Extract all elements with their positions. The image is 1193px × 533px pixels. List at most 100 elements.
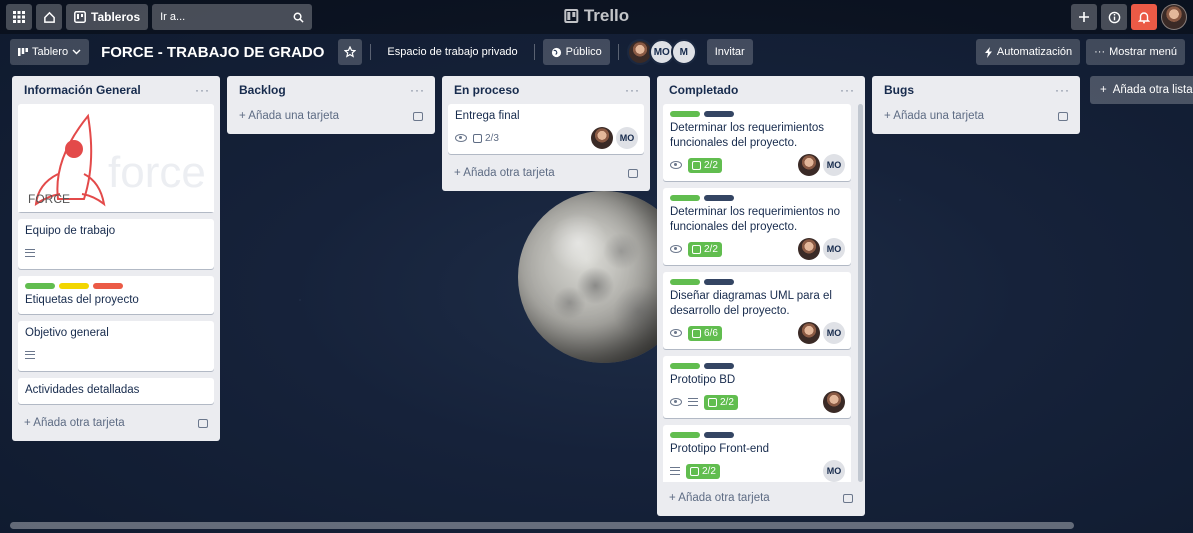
- card-title: Etiquetas del proyecto: [25, 294, 139, 306]
- card-member-photo[interactable]: [823, 391, 845, 413]
- card-member-mo[interactable]: MO: [823, 154, 845, 176]
- add-list-label: Añada otra lista: [1112, 84, 1193, 96]
- card-member-mo[interactable]: MO: [616, 127, 638, 149]
- home-icon[interactable]: [36, 4, 62, 30]
- board-title[interactable]: FORCE - TRABAJO DE GRADO: [97, 44, 328, 61]
- board-header: Tablero FORCE - TRABAJO DE GRADO Espacio…: [0, 38, 1193, 66]
- add-card-button[interactable]: + Añada otra tarjeta: [663, 486, 859, 510]
- list-title[interactable]: Backlog: [239, 83, 286, 97]
- card-equipo-de-trabajo[interactable]: Equipo de trabajo: [18, 219, 214, 269]
- card-prototipo-bd[interactable]: Prototipo BD 2/2: [663, 356, 851, 418]
- more-dots-icon: ···: [1094, 46, 1106, 58]
- add-card-button[interactable]: + Añada otra tarjeta: [448, 161, 644, 185]
- plus-icon: +: [669, 492, 679, 504]
- user-avatar[interactable]: [1161, 4, 1187, 30]
- watch-eye-icon: [670, 245, 682, 253]
- card-prototipo-front-end[interactable]: Prototipo Front-end 2/2 MO: [663, 425, 851, 482]
- info-button[interactable]: [1101, 4, 1127, 30]
- search-placeholder: Ir a...: [160, 11, 186, 23]
- list-header[interactable]: Bugs ···: [878, 76, 1074, 104]
- create-plus-button[interactable]: [1071, 4, 1097, 30]
- list-menu-icon[interactable]: ···: [1055, 83, 1070, 97]
- card-member-mo[interactable]: MO: [823, 322, 845, 344]
- card-actividades-detalladas[interactable]: Actividades detalladas: [18, 378, 214, 404]
- boards-button[interactable]: Tableros: [66, 4, 149, 30]
- card-member-photo[interactable]: [798, 238, 820, 260]
- add-list-button[interactable]: + Añada otra lista: [1090, 76, 1193, 104]
- star-board-button[interactable]: [338, 39, 363, 65]
- card-title: Determinar los requerimientos no funcion…: [670, 206, 841, 233]
- list-menu-icon[interactable]: ···: [625, 83, 640, 97]
- add-card-label: Añada otra tarjeta: [33, 417, 125, 429]
- label-green: [670, 279, 700, 285]
- visibility-label: Público: [565, 46, 602, 58]
- apps-grid-icon[interactable]: [6, 4, 32, 30]
- cover-watermark: force: [108, 148, 206, 197]
- list-menu-icon[interactable]: ···: [195, 83, 210, 97]
- plus-icon: +: [454, 167, 464, 179]
- board-view-label: Tablero: [32, 46, 69, 58]
- card-template-icon[interactable]: [413, 111, 423, 121]
- trello-logo[interactable]: Trello: [563, 6, 629, 26]
- add-card-label: Añada una tarjeta: [248, 110, 340, 122]
- workspace-label: Espacio de trabajo privado: [387, 46, 518, 58]
- description-icon: [25, 249, 35, 257]
- automation-button[interactable]: Automatización: [975, 39, 1081, 65]
- add-card-button[interactable]: + Añada otra tarjeta: [18, 411, 214, 435]
- list-header[interactable]: Completado ···: [663, 76, 859, 104]
- card-template-icon[interactable]: [1058, 111, 1068, 121]
- search-input[interactable]: Ir a...: [152, 4, 313, 30]
- label-yellow: [59, 283, 89, 289]
- card-template-icon[interactable]: [198, 418, 208, 428]
- notifications-button[interactable]: [1131, 4, 1157, 30]
- list-title[interactable]: Información General: [24, 83, 141, 97]
- checklist-count: 2/2: [720, 396, 734, 408]
- label-red: [93, 283, 123, 289]
- card-title: Determinar los requerimientos funcionale…: [670, 122, 825, 149]
- member-avatar-m[interactable]: M: [670, 39, 697, 65]
- list-menu-icon[interactable]: ···: [410, 83, 425, 97]
- card-member-mo[interactable]: MO: [823, 460, 845, 482]
- visibility-button[interactable]: Público: [542, 39, 610, 65]
- add-card-label: Añada una tarjeta: [893, 110, 985, 122]
- card-objetivo-general[interactable]: Objetivo general: [18, 321, 214, 371]
- card-requerimientos-funcionales[interactable]: Determinar los requerimientos funcionale…: [663, 104, 851, 181]
- automation-label: Automatización: [996, 46, 1073, 58]
- card-template-icon[interactable]: [628, 168, 638, 178]
- boards-label: Tableros: [91, 10, 141, 24]
- bell-icon: [1138, 11, 1150, 23]
- list-title[interactable]: En proceso: [454, 83, 519, 97]
- label-green: [670, 363, 700, 369]
- cover-text: FORCE: [28, 192, 70, 206]
- invite-label: Invitar: [714, 46, 745, 58]
- show-menu-button[interactable]: ··· Mostrar menú: [1086, 39, 1185, 65]
- checklist-icon: [692, 328, 701, 338]
- card-member-mo[interactable]: MO: [823, 238, 845, 260]
- list-title[interactable]: Bugs: [884, 83, 914, 97]
- list-scrollbar[interactable]: [858, 104, 863, 482]
- list-menu-icon[interactable]: ···: [840, 83, 855, 97]
- add-card-button[interactable]: + Añada una tarjeta: [233, 104, 429, 128]
- invite-button[interactable]: Invitar: [706, 39, 753, 65]
- card-member-photo[interactable]: [798, 154, 820, 176]
- card-member-photo[interactable]: [591, 127, 613, 149]
- card-etiquetas-del-proyecto[interactable]: Etiquetas del proyecto: [18, 276, 214, 314]
- label-green: [25, 283, 55, 289]
- card-entrega-final[interactable]: Entrega final 2/3 MO: [448, 104, 644, 154]
- card-diagramas-uml[interactable]: Diseñar diagramas UML para el desarrollo…: [663, 272, 851, 349]
- card-cover-image: force FORCE: [18, 104, 214, 212]
- card-member-photo[interactable]: [798, 322, 820, 344]
- list-en-proceso: En proceso ··· Entrega final 2/3 MO + Añ…: [442, 76, 650, 191]
- card-template-icon[interactable]: [843, 493, 853, 503]
- list-header[interactable]: Información General ···: [18, 76, 214, 104]
- board-view-switcher[interactable]: Tablero: [10, 39, 90, 65]
- board-horizontal-scrollbar[interactable]: [10, 522, 1074, 529]
- card-force-cover[interactable]: force FORCE: [18, 104, 214, 212]
- list-title[interactable]: Completado: [669, 83, 738, 97]
- list-header[interactable]: En proceso ···: [448, 76, 644, 104]
- card-requerimientos-no-funcionales[interactable]: Determinar los requerimientos no funcion…: [663, 188, 851, 265]
- add-card-button[interactable]: + Añada una tarjeta: [878, 104, 1074, 128]
- workspace-button[interactable]: Espacio de trabajo privado: [379, 39, 525, 65]
- list-header[interactable]: Backlog ···: [233, 76, 429, 104]
- checklist-badge-complete: 2/2: [686, 463, 720, 479]
